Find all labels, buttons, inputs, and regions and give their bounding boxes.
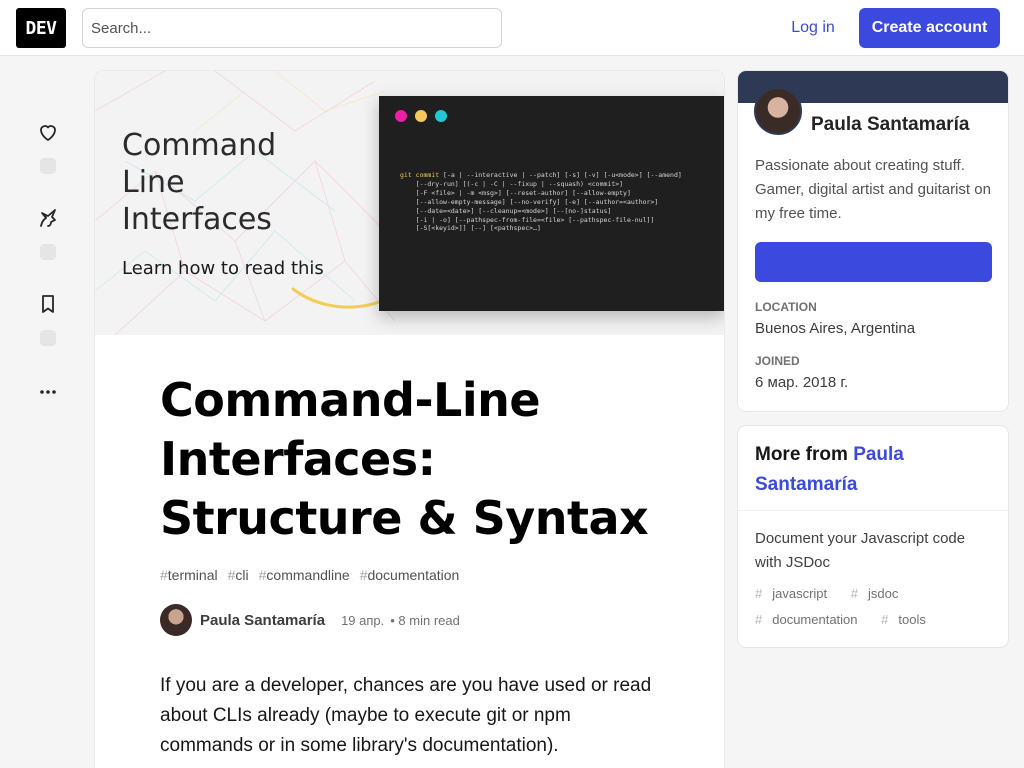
read-time: • 8 min read: [390, 612, 460, 628]
tag-link[interactable]: #documentation: [755, 612, 868, 627]
bookmark-reaction[interactable]: [24, 284, 72, 346]
create-account-button[interactable]: Create account: [859, 8, 1000, 48]
profile-name[interactable]: Paula Santamaría: [811, 114, 969, 136]
author-name[interactable]: Paula Santamaría: [200, 612, 325, 629]
profile-avatar[interactable]: [754, 87, 802, 135]
code-line: [-i | -o] [--pathspec-from-file=<file> […: [400, 215, 655, 224]
tag-link[interactable]: #terminal: [160, 567, 218, 583]
author-profile-card: Paula Santamaría Passionate about creati…: [738, 71, 1008, 411]
author-row: Paula Santamaría 19 апр. • 8 min read: [160, 604, 460, 636]
window-dot-yellow: [415, 110, 427, 122]
terminal-code: git commit [-a | --interactive | --patch…: [400, 171, 682, 233]
bookmark-icon[interactable]: [28, 284, 68, 324]
terminal-window: git commit [-a | --interactive | --patch…: [379, 96, 724, 311]
tag-link[interactable]: #commandline: [259, 567, 350, 583]
profile-bio: Passionate about creating stuff. Gamer, …: [755, 157, 991, 222]
cover-title-line: Line: [122, 165, 185, 200]
code-line: [--date=<date>] [--cleanup=<mode>] [--[n…: [400, 206, 612, 215]
code-command: git commit: [400, 171, 440, 179]
tag-link[interactable]: # javascript: [755, 586, 837, 601]
cover-title-line: Interfaces: [122, 202, 272, 237]
cover-subtitle: Learn how to read this: [122, 258, 324, 279]
joined-label: JOINED: [755, 354, 800, 368]
tag-link[interactable]: # jsdoc: [851, 586, 909, 601]
author-avatar[interactable]: [160, 604, 192, 636]
window-dot-magenta: [395, 110, 407, 122]
article-body: If you are a developer, chances are you …: [160, 675, 652, 756]
reaction-count: [40, 158, 56, 174]
tag-label[interactable]: tools: [898, 612, 925, 627]
tag-label[interactable]: cli: [235, 567, 248, 583]
tag-label[interactable]: commandline: [266, 567, 349, 583]
window-dot-cyan: [435, 110, 447, 122]
tag-label[interactable]: documentation: [772, 612, 857, 627]
joined-value: 6 мар. 2018 г.: [755, 374, 849, 391]
code-line: [-S[<keyid>]] [--] [<pathspec>…]: [400, 224, 541, 233]
tag-link[interactable]: #documentation: [360, 567, 460, 583]
search-input[interactable]: [82, 8, 502, 48]
more-from-item-tags: # javascript # jsdoc # documentation # tools: [755, 581, 991, 633]
code-line: [-F <file> | -m <msg>] [--reset-author] …: [400, 188, 631, 197]
tag-label[interactable]: jsdoc: [868, 586, 898, 601]
cover-title: Command Line Interfaces: [122, 127, 276, 238]
reaction-count: [40, 244, 56, 260]
more-from-item[interactable]: Document your Javascript code with JSDoc…: [738, 511, 1008, 649]
tag-link[interactable]: #cli: [228, 567, 249, 583]
unicorn-reaction[interactable]: [24, 198, 72, 260]
tag-label[interactable]: documentation: [367, 567, 459, 583]
more-from-card: More from Paula Santamaría Document your…: [738, 426, 1008, 647]
article-card: Command Line Interfaces Learn how to rea…: [95, 71, 724, 768]
more-options[interactable]: [24, 372, 72, 412]
heart-icon[interactable]: [28, 112, 68, 152]
cover-image: Command Line Interfaces Learn how to rea…: [95, 71, 724, 335]
article-tags: #terminal #cli #commandline #documentati…: [160, 567, 459, 583]
tag-link[interactable]: # tools: [881, 612, 936, 627]
more-from-prefix: More from: [755, 444, 848, 465]
code-line: [--dry-run] [(-c | -C | --fixup | --squa…: [400, 179, 624, 188]
login-button[interactable]: Log in: [774, 8, 852, 48]
heart-reaction[interactable]: [24, 112, 72, 174]
follow-button[interactable]: [755, 242, 992, 282]
dev-logo[interactable]: DEV: [16, 8, 66, 48]
publish-date: 19 апр.: [341, 612, 385, 628]
more-from-item-title[interactable]: Document your Javascript code with JSDoc: [755, 527, 991, 575]
more-icon[interactable]: [28, 372, 68, 412]
article-title: Command-Line Interfaces: Structure & Syn…: [160, 373, 649, 545]
top-header: DEV Log in Create account: [0, 0, 1024, 56]
reaction-count: [40, 330, 56, 346]
cover-title-line: Command: [122, 128, 277, 163]
more-from-heading: More from Paula Santamaría: [738, 426, 1008, 511]
code-line: [-a | --interactive | --patch] [-s] [-v]…: [439, 171, 682, 179]
tag-label[interactable]: terminal: [168, 567, 218, 583]
unicorn-icon[interactable]: [28, 198, 68, 238]
tag-label[interactable]: javascript: [772, 586, 827, 601]
location-label: LOCATION: [755, 300, 817, 314]
location-value: Buenos Aires, Argentina: [755, 320, 916, 337]
code-line: [--allow-empty-message] [--no-verify] [-…: [400, 197, 659, 206]
